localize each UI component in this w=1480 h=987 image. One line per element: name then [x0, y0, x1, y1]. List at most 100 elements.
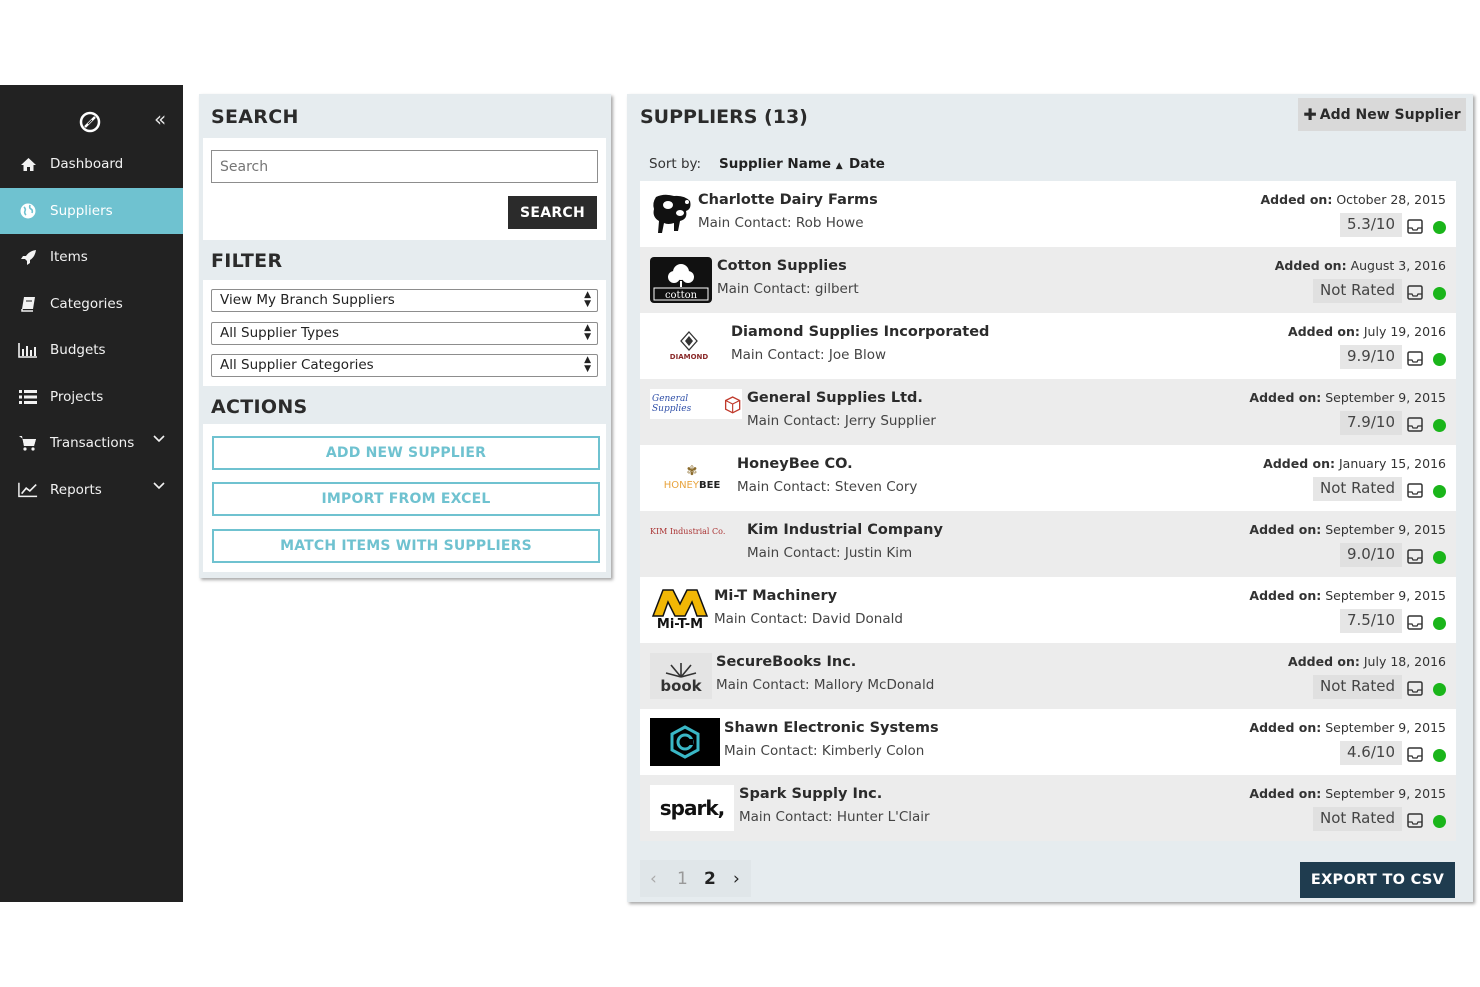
supplier-row[interactable]: cotton Cotton Supplies Main Contact: gil… [640, 247, 1456, 313]
sidebar-item-label: Dashboard [50, 156, 124, 173]
added-date: Added on: September 9, 2015 [1249, 588, 1446, 603]
supplier-name[interactable]: General Supplies Ltd. [747, 390, 923, 406]
inbox-icon[interactable] [1407, 681, 1423, 696]
supplier-contact: Main Contact: Justin Kim [747, 545, 913, 561]
rating-badge: 5.3/10 [1340, 213, 1402, 237]
search-filter-panel: SEARCH SEARCH FILTER View My Branch Supp… [199, 94, 611, 578]
sort-by-name-link[interactable]: Supplier Name ▲ [719, 156, 843, 172]
status-active-indicator [1433, 749, 1446, 762]
kim-logo-text: KIM Industrial Co. [650, 526, 726, 536]
flower-icon: ✾ [686, 464, 698, 479]
rating-badge: 9.9/10 [1340, 345, 1402, 369]
added-label: Added on: [1249, 588, 1322, 603]
supplier-name[interactable]: Spark Supply Inc. [739, 786, 882, 802]
supplier-row[interactable]: spark, Spark Supply Inc. Main Contact: H… [640, 775, 1456, 841]
supplier-category-select[interactable]: All Supplier Categories ▲ ▼ [211, 354, 598, 377]
sort-name-label: Supplier Name [719, 156, 832, 172]
added-label: Added on: [1249, 786, 1322, 801]
inbox-icon[interactable] [1407, 417, 1423, 432]
added-date-value: September 9, 2015 [1325, 588, 1446, 603]
added-date-value: September 9, 2015 [1325, 522, 1446, 537]
sidebar-item-label: Items [50, 249, 88, 266]
supplier-row[interactable]: ✾ HONEYBEE HoneyBee CO. Main Contact: St… [640, 445, 1456, 511]
supplier-row[interactable]: General Supplies General Supplies Ltd. M… [640, 379, 1456, 445]
sort-by-date-link[interactable]: Date [849, 156, 885, 172]
supplier-contact: Main Contact: Hunter L'Clair [739, 809, 930, 825]
inbox-icon[interactable] [1407, 615, 1423, 630]
match-items-button[interactable]: MATCH ITEMS WITH SUPPLIERS [212, 529, 600, 563]
rating-badge: 7.9/10 [1340, 411, 1402, 435]
collapse-sidebar-icon[interactable]: « [154, 109, 166, 129]
supplier-type-select[interactable]: All Supplier Types ▲ ▼ [211, 322, 598, 345]
supplier-row[interactable]: Mi-T-M Mi-T Machinery Main Contact: Davi… [640, 577, 1456, 643]
supplier-name[interactable]: Cotton Supplies [717, 258, 847, 274]
sidebar-item-projects[interactable]: Projects [0, 374, 183, 421]
honey-logo-text: HONEY [663, 480, 699, 491]
list-icon [18, 388, 38, 406]
inbox-icon[interactable] [1407, 483, 1423, 498]
supplier-row[interactable]: KIM Industrial Co. Kim Industrial Compan… [640, 511, 1456, 577]
pagination: ‹ 1 2 › [640, 860, 751, 897]
sidebar-item-budgets[interactable]: Budgets [0, 327, 183, 374]
supplier-row[interactable]: Charlotte Dairy Farms Main Contact: Rob … [640, 181, 1456, 247]
supplier-contact: Main Contact: Steven Cory [737, 479, 918, 495]
chevron-down-icon[interactable] [153, 435, 165, 443]
sidebar-item-dashboard[interactable]: Dashboard [0, 141, 183, 188]
next-page-icon[interactable]: › [733, 869, 740, 889]
sidebar-item-suppliers[interactable]: Suppliers [0, 187, 183, 234]
inbox-icon[interactable] [1407, 549, 1423, 564]
chevron-down-icon[interactable] [153, 481, 165, 490]
sidebar-item-label: Projects [50, 388, 104, 405]
rocket-icon [18, 248, 38, 266]
added-date: Added on: July 18, 2016 [1288, 654, 1446, 669]
book-icon [18, 295, 38, 313]
import-from-excel-button[interactable]: IMPORT FROM EXCEL [212, 482, 600, 516]
sidebar-item-categories[interactable]: Categories [0, 281, 183, 328]
search-input[interactable] [211, 150, 598, 183]
search-button[interactable]: SEARCH [508, 196, 597, 229]
status-active-indicator [1433, 287, 1446, 300]
export-to-csv-button[interactable]: EXPORT TO CSV [1300, 862, 1455, 898]
sidebar-item-items[interactable]: Items [0, 234, 183, 281]
added-date-value: October 28, 2015 [1336, 192, 1446, 207]
supplier-name[interactable]: SecureBooks Inc. [716, 654, 856, 670]
supplier-name[interactable]: Shawn Electronic Systems [724, 720, 939, 736]
supplier-name[interactable]: Kim Industrial Company [747, 522, 943, 538]
add-new-supplier-header-button[interactable]: ✚ Add New Supplier [1298, 98, 1466, 131]
add-new-supplier-button[interactable]: ADD NEW SUPPLIER [212, 436, 600, 470]
page-2-current[interactable]: 2 [704, 869, 716, 889]
general-supplies-logo: General Supplies [650, 389, 742, 419]
globe-icon [18, 202, 38, 220]
suppliers-title: SUPPLIERS (13) [640, 106, 808, 128]
page-1-link[interactable]: 1 [677, 869, 688, 889]
supplier-row[interactable]: book SecureBooks Inc. Main Contact: Mall… [640, 643, 1456, 709]
added-date: Added on: October 28, 2015 [1261, 192, 1447, 207]
supplier-name[interactable]: Charlotte Dairy Farms [698, 192, 878, 208]
added-date: Added on: September 9, 2015 [1249, 720, 1446, 735]
added-label: Added on: [1274, 258, 1347, 273]
inbox-icon[interactable] [1407, 747, 1423, 762]
sidebar-item-reports[interactable]: Reports [0, 467, 183, 514]
added-date: Added on: September 9, 2015 [1249, 522, 1446, 537]
search-box: SEARCH [203, 138, 606, 240]
supplier-row[interactable]: DIAMOND Diamond Supplies Incorporated Ma… [640, 313, 1456, 379]
branch-filter-select[interactable]: View My Branch Suppliers ▲ ▼ [211, 289, 598, 312]
supplier-name[interactable]: HoneyBee CO. [737, 456, 853, 472]
select-arrows-icon: ▲ ▼ [584, 323, 591, 342]
inbox-icon[interactable] [1407, 351, 1423, 366]
home-icon [18, 155, 38, 173]
supplier-name[interactable]: Diamond Supplies Incorporated [731, 324, 989, 340]
prev-page-icon[interactable]: ‹ [650, 869, 657, 889]
rating-badge: 7.5/10 [1340, 609, 1402, 633]
supplier-row[interactable]: Shawn Electronic Systems Main Contact: K… [640, 709, 1456, 775]
inbox-icon[interactable] [1407, 813, 1423, 828]
inbox-icon[interactable] [1407, 285, 1423, 300]
inbox-icon[interactable] [1407, 219, 1423, 234]
added-label: Added on: [1260, 192, 1333, 207]
sort-label: Sort by: [649, 156, 702, 172]
sidebar-item-transactions[interactable]: Transactions [0, 420, 183, 467]
added-label: Added on: [1249, 720, 1322, 735]
sidebar-item-label: Categories [50, 295, 123, 312]
supplier-name[interactable]: Mi-T Machinery [714, 588, 837, 604]
brand-logo-icon[interactable] [78, 110, 102, 134]
